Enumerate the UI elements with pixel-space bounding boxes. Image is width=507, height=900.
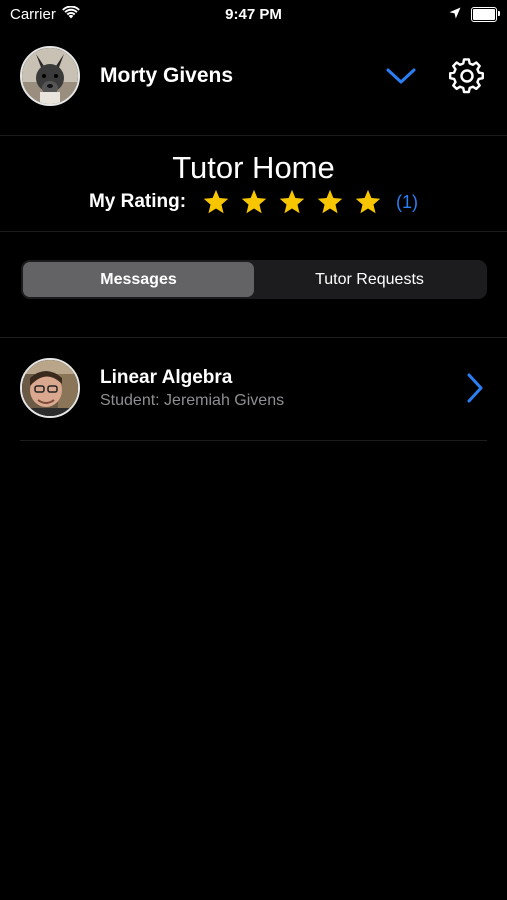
star-icon xyxy=(203,189,229,214)
chevron-down-icon xyxy=(386,68,416,84)
list-item-divider xyxy=(20,440,487,441)
rating-stars xyxy=(202,188,382,216)
tab-messages[interactable]: Messages xyxy=(23,262,254,297)
page-title: Tutor Home xyxy=(172,150,335,185)
battery-icon xyxy=(471,6,500,22)
tabs-divider xyxy=(0,337,507,338)
tab-tutor-requests[interactable]: Tutor Requests xyxy=(254,262,485,297)
gear-icon xyxy=(449,58,484,94)
tutor-home-screen: Carrier 9:47 PM Morty Givens Tutor Home … xyxy=(0,0,507,900)
header-divider xyxy=(0,135,507,136)
status-time: 9:47 PM xyxy=(225,6,282,23)
title-divider xyxy=(0,231,507,232)
rating-row: My Rating: (1) xyxy=(0,188,507,216)
profile-dropdown-button[interactable] xyxy=(381,56,421,96)
message-subtitle: Student: Jeremiah Givens xyxy=(100,391,285,409)
student-avatar-icon xyxy=(22,360,78,416)
user-avatar[interactable] xyxy=(20,46,80,106)
star-icon xyxy=(241,189,267,214)
user-name: Morty Givens xyxy=(100,64,234,87)
tab-segmented-control: Messages Tutor Requests xyxy=(21,260,487,299)
status-bar: Carrier 9:47 PM xyxy=(0,0,507,28)
star-icon xyxy=(355,189,381,214)
dog-avatar-icon xyxy=(22,48,78,104)
settings-button[interactable] xyxy=(447,56,487,96)
open-message-button[interactable] xyxy=(463,368,487,408)
profile-header: Morty Givens xyxy=(20,44,487,108)
message-title: Linear Algebra xyxy=(100,366,233,388)
student-avatar xyxy=(20,358,80,418)
star-icon xyxy=(317,189,343,214)
rating-label: My Rating: xyxy=(88,191,187,212)
message-text: Linear Algebra Student: Jeremiah Givens xyxy=(100,367,463,410)
star-icon xyxy=(279,189,305,214)
rating-count[interactable]: (1) xyxy=(396,192,418,213)
chevron-right-icon xyxy=(467,373,483,403)
list-item[interactable]: Linear Algebra Student: Jeremiah Givens xyxy=(20,356,487,420)
